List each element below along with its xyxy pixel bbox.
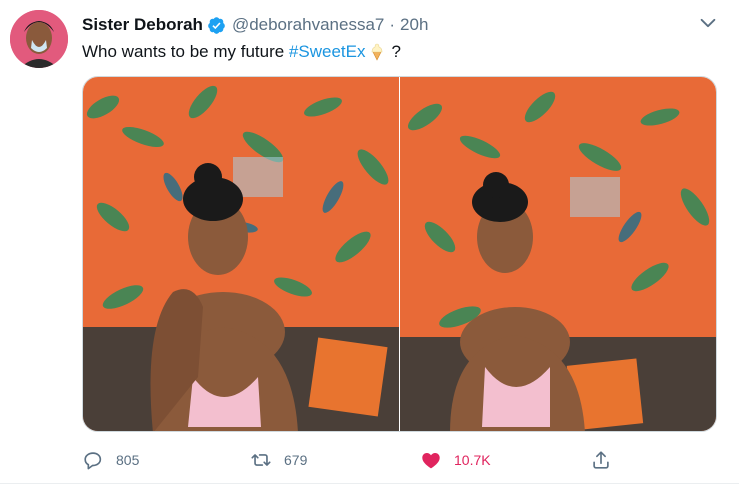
tweet-text: Who wants to be my future #SweetEx ? [82, 42, 401, 62]
photo-1-image [83, 77, 399, 431]
reply-button[interactable]: 805 [82, 446, 139, 474]
share-button[interactable] [590, 446, 612, 474]
hashtag-link[interactable]: #SweetEx [289, 42, 366, 62]
separator-dot: · [389, 15, 396, 34]
photo-1[interactable] [83, 77, 399, 431]
reply-count: 805 [116, 452, 140, 468]
like-button[interactable]: 10.7K [420, 446, 491, 474]
avatar-image [10, 10, 68, 68]
media-grid [82, 76, 717, 432]
photo-2[interactable] [400, 77, 716, 431]
tweet-header: Sister Deborah @deborahvanessa7 · 20h [82, 14, 428, 36]
share-icon [593, 451, 609, 469]
verified-badge-icon [207, 16, 226, 35]
chevron-down-icon[interactable] [697, 12, 719, 34]
avatar[interactable] [10, 10, 68, 68]
timestamp[interactable]: 20h [400, 15, 428, 35]
retweet-icon [251, 454, 271, 466]
tweet[interactable]: Sister Deborah @deborahvanessa7 · 20h Wh… [0, 0, 739, 484]
soft-ice-cream-icon [369, 43, 385, 61]
tweet-text-after: ? [391, 42, 401, 61]
handle[interactable]: @deborahvanessa7 [232, 15, 384, 35]
reply-icon [84, 452, 102, 470]
tweet-text-before: Who wants to be my future [82, 42, 289, 61]
heart-icon [422, 452, 440, 469]
retweet-button[interactable]: 679 [250, 446, 307, 474]
like-count: 10.7K [454, 452, 491, 468]
retweet-count: 679 [284, 452, 308, 468]
photo-2-image [400, 77, 716, 431]
display-name[interactable]: Sister Deborah [82, 15, 203, 35]
tweet-actions: 805 679 10.7K [82, 446, 622, 474]
